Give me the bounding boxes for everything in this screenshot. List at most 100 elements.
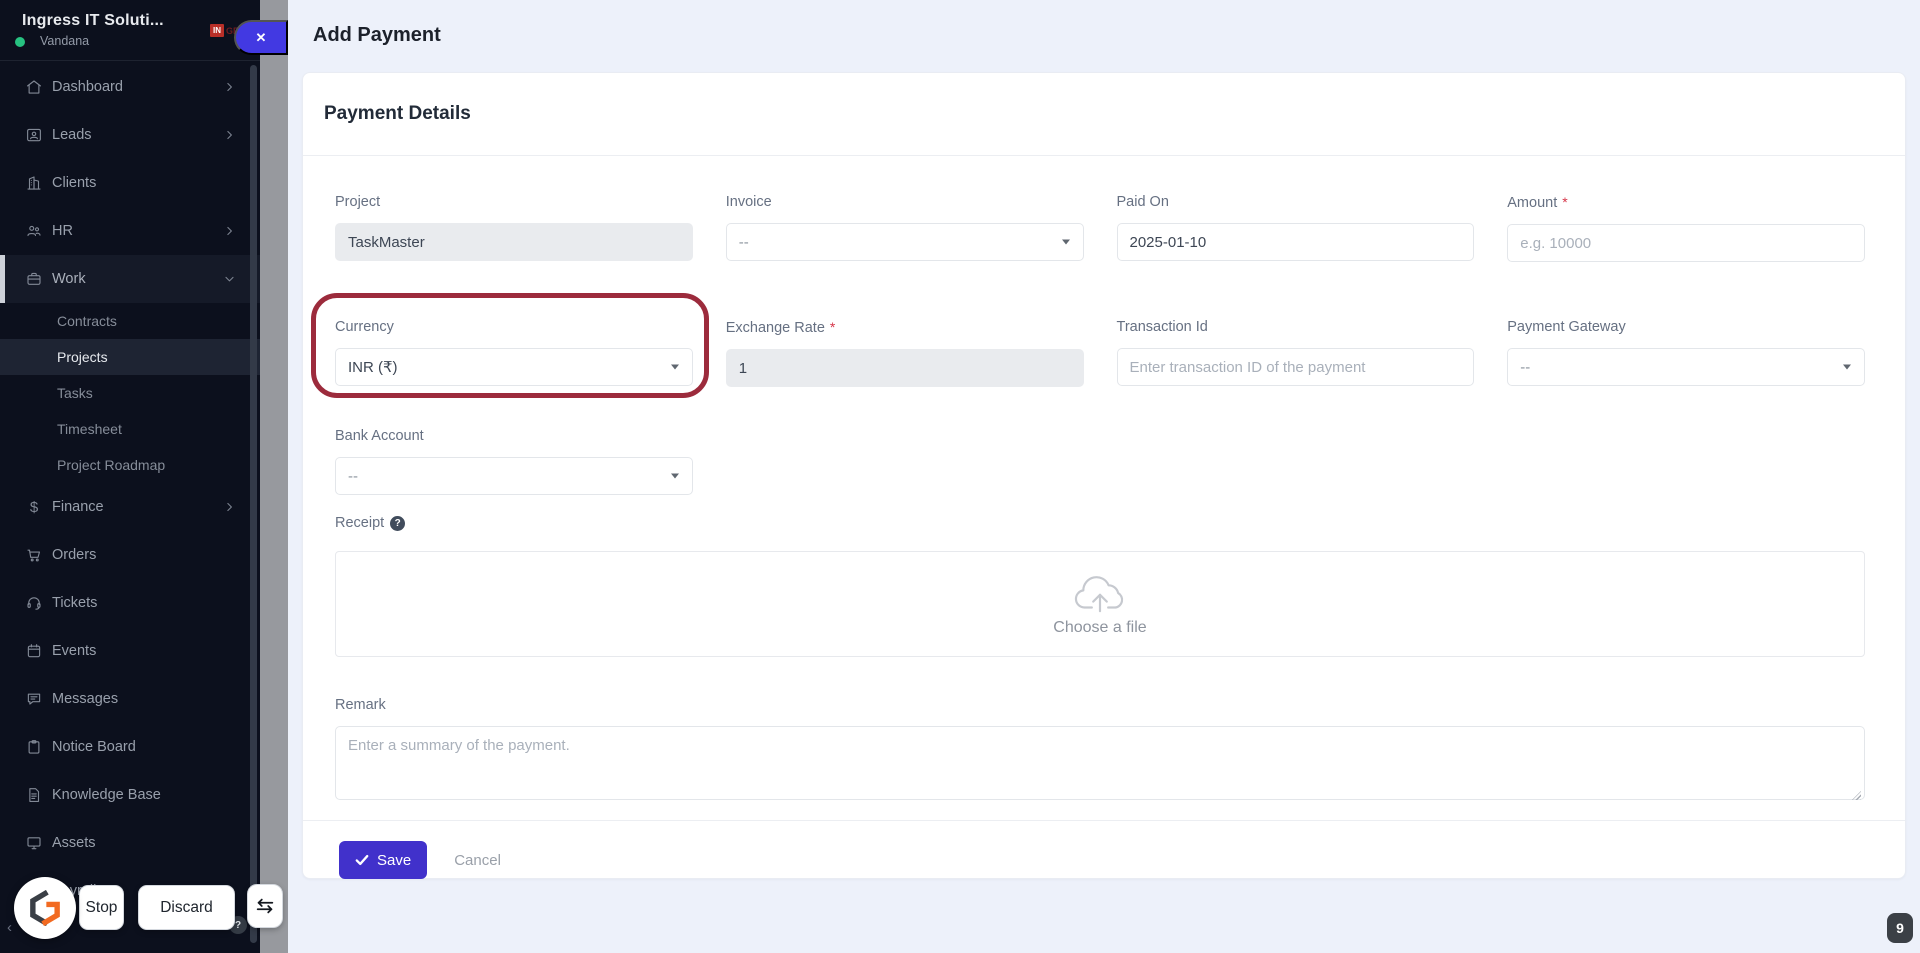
sidebar-item-work[interactable]: Work bbox=[0, 255, 260, 303]
receipt-label-row: Receipt ? bbox=[335, 515, 1865, 531]
paid-on-label: Paid On bbox=[1116, 194, 1169, 210]
invoice-select[interactable]: -- bbox=[725, 223, 1084, 261]
swap-arrows-icon bbox=[256, 898, 274, 914]
transaction-id-input[interactable] bbox=[1116, 348, 1475, 386]
sidebar-item-timesheet[interactable]: Timesheet bbox=[0, 411, 260, 447]
payment-gateway-label: Payment Gateway bbox=[1507, 319, 1626, 335]
close-icon: ✕ bbox=[255, 29, 267, 45]
cancel-button[interactable]: Cancel bbox=[454, 852, 501, 869]
check-icon bbox=[355, 854, 369, 866]
online-status-dot bbox=[15, 37, 25, 47]
transaction-id-label: Transaction Id bbox=[1116, 319, 1208, 335]
exchange-rate-input[interactable] bbox=[725, 349, 1084, 387]
backdrop-strip bbox=[260, 0, 288, 953]
required-asterisk: * bbox=[829, 319, 836, 335]
sidebar-item-projects[interactable]: Projects bbox=[0, 339, 260, 375]
sidebar-nav: Dashboard Leads Clients HR Work Contract… bbox=[0, 63, 260, 915]
invoice-field: Invoice -- bbox=[725, 194, 1084, 262]
page-title: Add Payment bbox=[313, 24, 441, 46]
sidebar-item-leads[interactable]: Leads bbox=[0, 111, 260, 159]
chevron-left-icon: ‹ bbox=[7, 919, 12, 936]
bank-account-value: -- bbox=[348, 467, 358, 485]
sidebar-scrollbar[interactable] bbox=[250, 65, 257, 943]
payment-gateway-select[interactable]: -- bbox=[1507, 348, 1865, 386]
project-label: Project bbox=[335, 194, 381, 210]
document-icon bbox=[25, 786, 43, 804]
chevron-right-icon bbox=[223, 225, 236, 238]
sidebar-item-messages[interactable]: Messages bbox=[0, 675, 260, 723]
paid-on-field: Paid On bbox=[1116, 194, 1475, 262]
exchange-rate-label: Exchange Rate * bbox=[725, 319, 836, 336]
monitor-icon bbox=[25, 834, 43, 852]
agent-logo[interactable] bbox=[14, 877, 76, 939]
bank-account-label: Bank Account bbox=[335, 428, 424, 444]
sidebar-item-knowledge-base[interactable]: Knowledge Base bbox=[0, 771, 260, 819]
sidebar-item-project-roadmap[interactable]: Project Roadmap bbox=[0, 447, 260, 483]
receipt-upload-dropzone[interactable]: Choose a file bbox=[335, 551, 1865, 657]
sidebar-item-tasks[interactable]: Tasks bbox=[0, 375, 260, 411]
sidebar-item-events[interactable]: Events bbox=[0, 627, 260, 675]
discard-button[interactable]: Discard bbox=[138, 885, 235, 930]
dollar-icon: $ bbox=[29, 498, 39, 516]
exchange-rate-field: Exchange Rate * bbox=[725, 319, 1084, 387]
bank-account-field: Bank Account -- bbox=[335, 428, 693, 495]
leads-icon bbox=[25, 126, 43, 144]
help-icon[interactable]: ? bbox=[390, 515, 406, 531]
sidebar-item-hr[interactable]: HR bbox=[0, 207, 260, 255]
sidebar: Ingress IT Soluti... IN GR Vandana Dashb… bbox=[0, 0, 260, 953]
sidebar-item-dashboard[interactable]: Dashboard bbox=[0, 63, 260, 111]
chevron-right-icon bbox=[223, 501, 236, 514]
remark-textarea[interactable] bbox=[335, 726, 1865, 800]
stop-button[interactable]: Stop bbox=[79, 885, 124, 930]
amount-label: Amount * bbox=[1507, 194, 1568, 211]
hexagon-logo-icon bbox=[30, 890, 60, 926]
cart-icon bbox=[25, 546, 43, 564]
card-title: Payment Details bbox=[324, 103, 471, 124]
paid-on-input[interactable] bbox=[1116, 223, 1475, 261]
chevron-right-icon bbox=[223, 81, 236, 94]
sidebar-item-tickets[interactable]: Tickets bbox=[0, 579, 260, 627]
required-asterisk: * bbox=[1562, 194, 1568, 210]
clipboard-icon bbox=[25, 738, 43, 756]
currency-select[interactable]: INR (₹) bbox=[335, 348, 693, 386]
sidebar-item-assets[interactable]: Assets bbox=[0, 819, 260, 867]
project-input[interactable] bbox=[335, 223, 693, 261]
company-logo-badge: IN bbox=[210, 24, 224, 37]
currency-label: Currency bbox=[335, 319, 394, 335]
company-name: Ingress IT Soluti... bbox=[22, 12, 164, 29]
amount-input[interactable] bbox=[1507, 224, 1865, 262]
chevron-down-icon bbox=[223, 273, 236, 286]
chat-icon bbox=[25, 690, 43, 708]
people-icon bbox=[25, 222, 43, 240]
sidebar-header: Ingress IT Soluti... IN GR Vandana bbox=[0, 0, 260, 61]
building-icon bbox=[25, 174, 43, 192]
step-count-badge: 9 bbox=[1887, 913, 1913, 943]
sidebar-item-clients[interactable]: Clients bbox=[0, 159, 260, 207]
sidebar-item-orders[interactable]: Orders bbox=[0, 531, 260, 579]
save-label: Save bbox=[377, 851, 412, 869]
chevron-down-icon bbox=[670, 473, 679, 479]
chevron-down-icon bbox=[1843, 364, 1851, 370]
payment-gateway-field: Payment Gateway -- bbox=[1507, 319, 1865, 387]
sidebar-item-contracts[interactable]: Contracts bbox=[0, 303, 260, 339]
card-body: Project Invoice -- Paid On Amount* bbox=[303, 156, 1905, 879]
choose-file-text: Choose a file bbox=[1053, 619, 1147, 636]
bank-account-select[interactable]: -- bbox=[335, 457, 693, 495]
amount-field: Amount * bbox=[1507, 194, 1865, 262]
chevron-down-icon bbox=[1061, 239, 1070, 245]
close-panel-button[interactable]: ✕ bbox=[234, 20, 288, 55]
currency-value: INR (₹) bbox=[348, 359, 398, 376]
remark-label: Remark bbox=[335, 697, 386, 713]
sidebar-item-notice-board[interactable]: Notice Board bbox=[0, 723, 260, 771]
swap-button[interactable] bbox=[247, 884, 283, 928]
currency-field: Currency INR (₹) bbox=[335, 319, 693, 387]
save-button[interactable]: Save bbox=[339, 841, 428, 879]
invoice-label: Invoice bbox=[725, 194, 772, 210]
headset-icon bbox=[25, 594, 43, 612]
chevron-right-icon bbox=[223, 129, 236, 142]
sidebar-item-finance[interactable]: $ Finance bbox=[0, 483, 260, 531]
receipt-label: Receipt bbox=[335, 515, 385, 531]
briefcase-icon bbox=[25, 270, 43, 288]
card-header: Payment Details bbox=[303, 73, 1905, 156]
user-name: Vandana bbox=[40, 34, 90, 48]
